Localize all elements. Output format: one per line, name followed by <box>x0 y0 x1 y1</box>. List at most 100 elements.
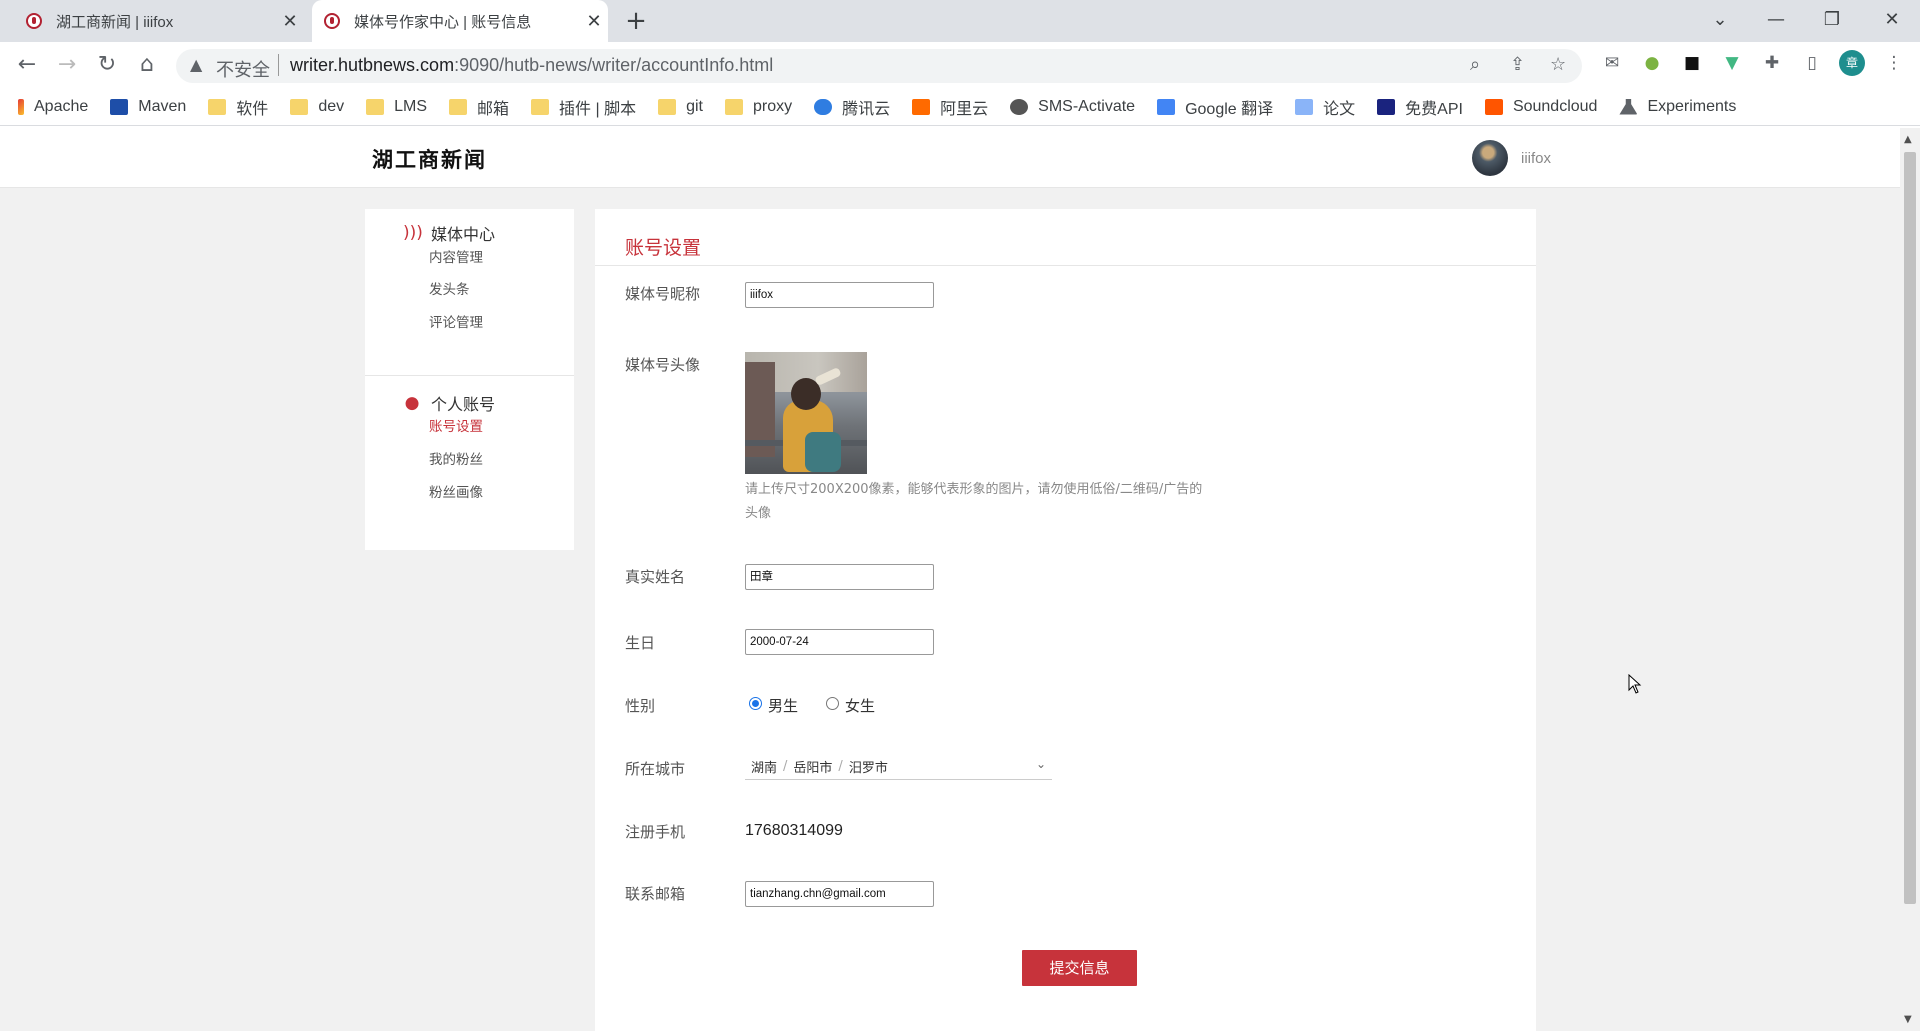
back-arrow-icon[interactable]: ← <box>11 50 43 82</box>
tab-title: 媒体号作家中心 | 账号信息 <box>354 13 532 31</box>
soundcloud-icon <box>1484 98 1503 115</box>
bookmark-folder-lms[interactable]: LMS <box>366 98 427 116</box>
bookmark-folder-proxy[interactable]: proxy <box>725 98 792 116</box>
close-tab-icon[interactable]: ✕ <box>276 11 304 32</box>
bookmark-folder-dev[interactable]: dev <box>290 98 344 116</box>
phone-label: 注册手机 <box>625 823 686 841</box>
maven-icon <box>110 98 129 115</box>
sidebar-item-account-settings[interactable]: 账号设置 <box>429 415 483 435</box>
title-divider <box>595 265 1536 266</box>
bookmark-label: 免费API <box>1405 100 1463 118</box>
folder-icon <box>658 98 677 115</box>
new-tab-plus-icon[interactable]: + <box>620 6 652 36</box>
tampermonkey-extension-icon[interactable]: ■ <box>1679 50 1705 76</box>
sidebar-item-post-headline[interactable]: 发头条 <box>429 278 470 298</box>
home-icon[interactable]: ⌂ <box>131 50 163 82</box>
scroll-down-arrow-icon[interactable]: ▼ <box>1904 1014 1912 1025</box>
green-circle-extension-icon[interactable]: ● <box>1639 50 1665 76</box>
google-translate-icon <box>1157 98 1176 115</box>
nickname-input[interactable]: iiifox <box>745 282 934 308</box>
rss-icon: ))) <box>403 223 423 243</box>
bookmark-label: Google 翻译 <box>1185 100 1274 118</box>
tab-title: 湖工商新闻 | iiifox <box>56 13 174 31</box>
realname-input[interactable]: 田章 <box>745 564 934 590</box>
minimize-icon[interactable]: — <box>1748 0 1804 42</box>
profile-avatar-icon[interactable]: 章 <box>1839 50 1865 76</box>
bookmark-label: 软件 <box>236 100 269 118</box>
extensions-puzzle-icon[interactable]: ✚ <box>1759 50 1785 76</box>
tencent-cloud-icon <box>814 98 833 115</box>
tab-search-chevron-icon[interactable]: ⌄ <box>1692 0 1748 42</box>
bookmark-google-translate[interactable]: Google 翻译 <box>1157 95 1273 119</box>
avatar-image-bag <box>805 432 841 472</box>
forward-arrow-icon[interactable]: → <box>51 50 83 82</box>
tab-hutb-news[interactable]: 湖工商新闻 | iiifox ✕ <box>14 0 304 42</box>
folder-icon <box>449 98 468 115</box>
bookmark-maven[interactable]: Maven <box>110 98 186 116</box>
bookmark-tencent-cloud[interactable]: 腾讯云 <box>814 95 890 119</box>
side-panel-icon[interactable]: ▯ <box>1799 50 1825 76</box>
gender-label: 性别 <box>625 697 656 715</box>
site-logo[interactable]: 湖工商新闻 <box>372 144 487 174</box>
reload-icon[interactable]: ↻ <box>91 50 123 82</box>
chevron-down-icon[interactable]: ⌄ <box>1036 757 1046 771</box>
bookmark-folder-git[interactable]: git <box>658 98 703 116</box>
window-close-icon[interactable]: ✕ <box>1864 0 1920 42</box>
bookmark-papers[interactable]: 论文 <box>1295 95 1355 119</box>
sidebar-divider <box>365 375 574 376</box>
scrollbar-thumb[interactable] <box>1904 152 1916 904</box>
bookmark-label: LMS <box>394 97 428 115</box>
bookmark-soundcloud[interactable]: Soundcloud <box>1484 98 1597 116</box>
restore-icon[interactable]: ❐ <box>1804 0 1860 42</box>
url-host: writer.hutbnews.com <box>290 55 455 75</box>
browser-menu-icon[interactable]: ⋮ <box>1881 50 1907 76</box>
email-input[interactable]: tianzhang.chn@gmail.com <box>745 881 934 907</box>
site-header: 湖工商新闻 iiifox <box>0 128 1900 188</box>
user-menu[interactable]: iiifox <box>1472 140 1551 176</box>
bookmark-label: 论文 <box>1323 100 1356 118</box>
bookmark-aliyun[interactable]: 阿里云 <box>912 95 988 119</box>
bookmark-sms-activate[interactable]: SMS-Activate <box>1010 98 1135 116</box>
browser-toolbar: ← → ↻ ⌂ ▲ 不安全 writer.hutbnews.com:9090/h… <box>0 42 1920 88</box>
gender-male-label[interactable]: 男生 <box>768 695 798 716</box>
close-tab-icon[interactable]: ✕ <box>580 11 608 32</box>
bookmark-experiments[interactable]: Experiments <box>1619 98 1736 116</box>
bookmark-apache[interactable]: Apache <box>18 98 88 116</box>
sidebar-item-comment-manage[interactable]: 评论管理 <box>429 311 483 331</box>
share-icon[interactable]: ⇪ <box>1510 54 1525 75</box>
address-bar[interactable]: ▲ 不安全 writer.hutbnews.com:9090/hutb-news… <box>176 49 1582 83</box>
avatar-upload-image[interactable] <box>745 352 867 474</box>
sidebar-group-title: 媒体中心 <box>431 225 496 244</box>
sidebar-item-my-fans[interactable]: 我的粉丝 <box>429 448 483 468</box>
submit-button[interactable]: 提交信息 <box>1022 950 1137 986</box>
scroll-up-arrow-icon[interactable]: ▲ <box>1904 134 1912 145</box>
bookmark-folder-mail[interactable]: 邮箱 <box>449 95 509 119</box>
bookmark-folder-plugins[interactable]: 插件 | 脚本 <box>531 95 636 119</box>
birthday-input[interactable]: 2000-07-24 <box>745 629 934 655</box>
sidebar-item-content-manage[interactable]: 内容管理 <box>429 246 483 266</box>
header-username[interactable]: iiifox <box>1521 150 1551 167</box>
url-text[interactable]: writer.hutbnews.com:9090/hutb-news/write… <box>290 55 773 76</box>
vue-devtools-icon[interactable]: ▼ <box>1719 50 1745 76</box>
bookmark-label: 插件 | 脚本 <box>559 100 637 118</box>
bookmark-label: Apache <box>34 97 89 115</box>
sidebar-item-fan-portrait[interactable]: 粉丝画像 <box>429 481 483 501</box>
page-scrollbar[interactable]: ▲ ▼ <box>1900 128 1920 1031</box>
city-cascader[interactable]: 湖南 / 岳阳市 / 汨罗市 ⌄ <box>745 754 1052 780</box>
mail-extension-icon[interactable]: ✉ <box>1599 50 1625 76</box>
tab-account-info[interactable]: 媒体号作家中心 | 账号信息 ✕ <box>312 0 608 42</box>
user-avatar[interactable] <box>1472 140 1508 176</box>
bookmark-star-icon[interactable]: ☆ <box>1550 54 1566 75</box>
bookmark-folder-software[interactable]: 软件 <box>208 95 268 119</box>
bookmark-label: 邮箱 <box>477 100 510 118</box>
warning-triangle-icon: ▲ <box>190 55 203 74</box>
zoom-magnifier-icon[interactable]: ⌕ <box>1470 54 1480 75</box>
phone-value: 17680314099 <box>745 822 843 839</box>
gender-female-radio[interactable] <box>826 697 840 710</box>
avatar-label: 媒体号头像 <box>625 356 701 374</box>
gender-female-label[interactable]: 女生 <box>845 695 875 716</box>
bookmark-label: proxy <box>753 97 793 115</box>
sidebar-group-title: 个人账号 <box>431 395 496 414</box>
bookmark-free-api[interactable]: 免费API <box>1377 95 1463 119</box>
gender-male-radio[interactable] <box>749 697 762 710</box>
